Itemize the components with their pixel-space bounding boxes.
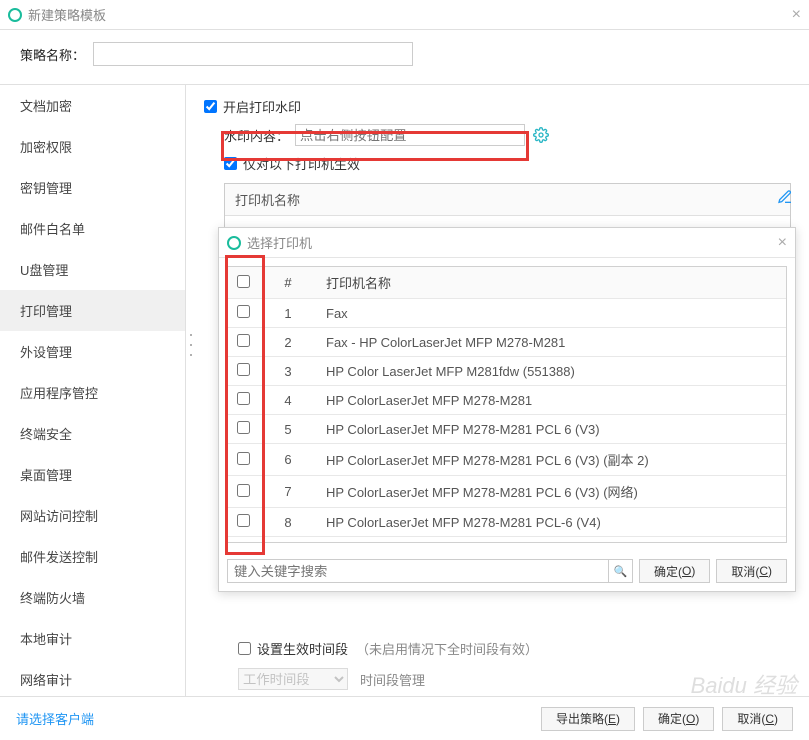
filter-printers-row: 仅对以下打印机生效 (224, 154, 791, 173)
time-section: 设置生效时间段 （未启用情况下全时间段有效） 工作时间段 时间段管理 (238, 639, 538, 690)
table-row[interactable]: 4HP ColorLaserJet MFP M278-M281 (228, 386, 786, 415)
filter-printers-label: 仅对以下打印机生效 (243, 154, 360, 173)
dialog-titlebar: 选择打印机 × (219, 228, 795, 258)
row-printer-name: HP ColorLaserJet MFP M278-M281 (318, 386, 786, 415)
sidebar-item[interactable]: 桌面管理 (0, 454, 185, 495)
select-client-link[interactable]: 请选择客户端 (16, 709, 94, 728)
search-input[interactable] (228, 560, 608, 582)
watermark-label: 水印内容： (224, 126, 289, 145)
dialog-footer: 🔍 确定(O) 取消(C) (219, 551, 795, 591)
table-row[interactable]: 8HP ColorLaserJet MFP M278-M281 PCL-6 (V… (228, 508, 786, 537)
row-checkbox[interactable] (237, 514, 250, 527)
table-row[interactable]: 6HP ColorLaserJet MFP M278-M281 PCL 6 (V… (228, 444, 786, 476)
row-number: 2 (258, 328, 318, 357)
close-icon[interactable]: × (778, 234, 787, 252)
ok-button[interactable]: 确定(O) (643, 707, 714, 731)
row-checkbox[interactable] (237, 305, 250, 318)
policy-name-label: 策略名称： (20, 45, 85, 64)
sidebar-item[interactable]: 网络审计 (0, 659, 185, 696)
table-row[interactable]: 5HP ColorLaserJet MFP M278-M281 PCL 6 (V… (228, 415, 786, 444)
row-checkbox[interactable] (237, 363, 250, 376)
search-icon[interactable]: 🔍 (608, 560, 632, 582)
table-header-row: # 打印机名称 (228, 267, 786, 299)
row-checkbox[interactable] (237, 334, 250, 347)
row-number: 4 (258, 386, 318, 415)
printer-select-dialog: 选择打印机 × # 打印机名称 1Fax2Fax - HP ColorLaser… (218, 227, 796, 592)
sidebar[interactable]: 文档加密加密权限密钥管理邮件白名单U盘管理打印管理外设管理应用程序管控终端安全桌… (0, 85, 186, 696)
row-number: 6 (258, 444, 318, 476)
enable-watermark-label: 开启打印水印 (223, 97, 301, 116)
sidebar-item[interactable]: 邮件白名单 (0, 208, 185, 249)
table-row[interactable]: 3HP Color LaserJet MFP M281fdw (551388) (228, 357, 786, 386)
row-printer-name: HP Color LaserJet MFP M281fdw (551388) (318, 357, 786, 386)
row-checkbox[interactable] (237, 484, 250, 497)
sidebar-item[interactable]: 打印管理 (0, 290, 185, 331)
table-row[interactable]: 1Fax (228, 299, 786, 328)
time-enable-label: 设置生效时间段 (257, 639, 348, 658)
footer: 请选择客户端 导出策略(E) 确定(O) 取消(C) (0, 696, 809, 740)
row-printer-name: HP ColorLaserJet MFP M278-M281 PCL 6 (V3… (318, 415, 786, 444)
sidebar-item[interactable]: 加密权限 (0, 126, 185, 167)
app-icon (8, 8, 22, 22)
sidebar-item[interactable]: 应用程序管控 (0, 372, 185, 413)
watermark-input[interactable] (295, 124, 525, 146)
policy-name-row: 策略名称： (0, 30, 809, 84)
cancel-button[interactable]: 取消(C) (722, 707, 793, 731)
time-manage-link[interactable]: 时间段管理 (360, 670, 425, 689)
edit-icon[interactable] (777, 189, 793, 208)
row-checkbox[interactable] (237, 421, 250, 434)
sidebar-item[interactable]: 网站访问控制 (0, 495, 185, 536)
col-name-header[interactable]: 打印机名称 (318, 267, 786, 299)
dialog-title: 选择打印机 (247, 233, 312, 252)
row-checkbox[interactable] (237, 392, 250, 405)
row-printer-name: Fax - HP ColorLaserJet MFP M278-M281 (318, 328, 786, 357)
export-button[interactable]: 导出策略(E) (541, 707, 635, 731)
printer-table: # 打印机名称 1Fax2Fax - HP ColorLaserJet MFP … (228, 267, 786, 537)
row-number: 3 (258, 357, 318, 386)
table-row[interactable]: 7HP ColorLaserJet MFP M278-M281 PCL 6 (V… (228, 476, 786, 508)
row-number: 8 (258, 508, 318, 537)
sidebar-item[interactable]: 文档加密 (0, 85, 185, 126)
sidebar-item[interactable]: U盘管理 (0, 249, 185, 290)
time-period-select[interactable]: 工作时间段 (238, 668, 348, 690)
titlebar: 新建策略模板 × (0, 0, 809, 30)
sidebar-item[interactable]: 终端安全 (0, 413, 185, 454)
row-checkbox[interactable] (237, 452, 250, 465)
gear-icon[interactable] (533, 127, 549, 143)
row-number: 1 (258, 299, 318, 328)
sidebar-item[interactable]: 终端防火墙 (0, 577, 185, 618)
sidebar-item[interactable]: 密钥管理 (0, 167, 185, 208)
filter-printers-checkbox[interactable] (224, 157, 237, 170)
row-printer-name: HP ColorLaserJet MFP M278-M281 PCL 6 (V3… (318, 476, 786, 508)
printer-name-header: 打印机名称 (225, 184, 790, 216)
time-hint: （未启用情况下全时间段有效） (356, 639, 538, 658)
enable-watermark-checkbox[interactable] (204, 100, 217, 113)
dialog-cancel-button[interactable]: 取消(C) (716, 559, 787, 583)
window-title: 新建策略模板 (28, 5, 106, 24)
printer-table-wrap: # 打印机名称 1Fax2Fax - HP ColorLaserJet MFP … (227, 266, 787, 543)
time-enable-checkbox[interactable] (238, 642, 251, 655)
app-icon (227, 236, 241, 250)
sidebar-item[interactable]: 本地审计 (0, 618, 185, 659)
watermark-content-row: 水印内容： (224, 124, 791, 146)
dialog-ok-button[interactable]: 确定(O) (639, 559, 710, 583)
splitter-handle[interactable] (187, 330, 195, 360)
close-icon[interactable]: × (792, 6, 801, 24)
col-number-header[interactable]: # (258, 267, 318, 299)
sidebar-item[interactable]: 邮件发送控制 (0, 536, 185, 577)
row-printer-name: HP ColorLaserJet MFP M278-M281 PCL-6 (V4… (318, 508, 786, 537)
policy-name-input[interactable] (93, 42, 413, 66)
row-printer-name: Fax (318, 299, 786, 328)
row-number: 7 (258, 476, 318, 508)
enable-watermark-row: 开启打印水印 (204, 97, 791, 116)
row-number: 5 (258, 415, 318, 444)
select-all-checkbox[interactable] (237, 275, 250, 288)
table-row[interactable]: 2Fax - HP ColorLaserJet MFP M278-M281 (228, 328, 786, 357)
search-box: 🔍 (227, 559, 633, 583)
sidebar-item[interactable]: 外设管理 (0, 331, 185, 372)
row-printer-name: HP ColorLaserJet MFP M278-M281 PCL 6 (V3… (318, 444, 786, 476)
